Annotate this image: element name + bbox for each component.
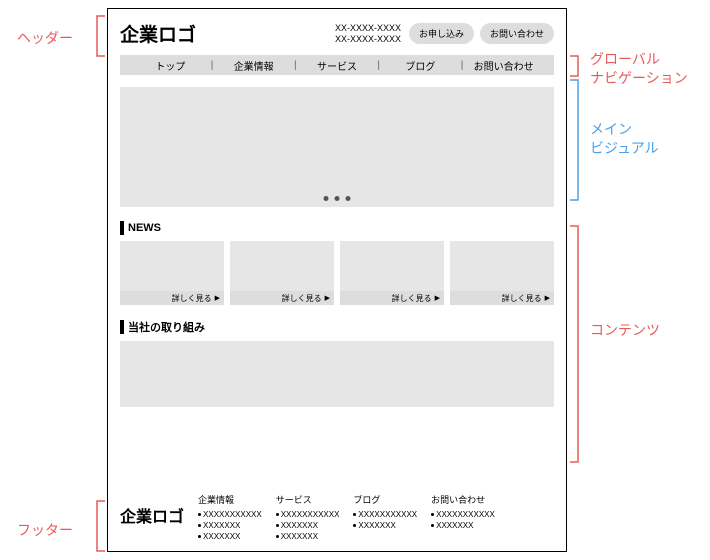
tri-right-icon: ▶ <box>215 294 220 302</box>
footer-logo[interactable]: 企業ロゴ <box>120 493 184 527</box>
annotation-footer: フッター <box>17 520 73 540</box>
phone-numbers: XX-XXXX-XXXX XX-XXXX-XXXX <box>335 23 401 44</box>
news-card: 詳しく見る▶ <box>230 241 334 305</box>
gnav-item-0[interactable]: トップ <box>130 58 211 73</box>
section-title-initiatives: 当社の取り組み <box>120 319 554 335</box>
news-more-link[interactable]: 詳しく見る▶ <box>450 291 554 305</box>
gnav-item-1[interactable]: 企業情報 <box>213 58 294 73</box>
section-title-news: NEWS <box>120 221 554 235</box>
title-bar-icon <box>120 320 124 334</box>
news-row: 詳しく見る▶ 詳しく見る▶ 詳しく見る▶ 詳しく見る▶ <box>120 241 554 305</box>
carousel-dot[interactable] <box>335 196 340 201</box>
footer-link[interactable]: XXXXXXXXXXX <box>198 510 262 519</box>
site-logo[interactable]: 企業ロゴ <box>120 20 196 47</box>
initiatives-banner <box>120 341 554 407</box>
news-thumb <box>450 241 554 291</box>
footer-link[interactable]: XXXXXXX <box>198 521 262 530</box>
footer-link[interactable]: XXXXXXXXXXX <box>353 510 417 519</box>
contact-button[interactable]: お問い合わせ <box>480 23 554 44</box>
news-label: NEWS <box>128 222 161 234</box>
footer-col-0: 企業情報 XXXXXXXXXXX XXXXXXX XXXXXXX <box>198 493 262 541</box>
gnav-item-2[interactable]: サービス <box>297 58 378 73</box>
tri-right-icon: ▶ <box>325 294 330 302</box>
footer-link[interactable]: XXXXXXXXXXX <box>431 510 495 519</box>
news-card: 詳しく見る▶ <box>120 241 224 305</box>
bracket-gnav <box>569 55 579 77</box>
news-more-link[interactable]: 詳しく見る▶ <box>340 291 444 305</box>
phone-2: XX-XXXX-XXXX <box>335 34 401 44</box>
footer-link[interactable]: XXXXXXX <box>276 521 340 530</box>
gnav-item-3[interactable]: ブログ <box>380 58 461 73</box>
footer-col-1: サービス XXXXXXXXXXX XXXXXXX XXXXXXX <box>276 493 340 541</box>
page-wireframe: 企業ロゴ XX-XXXX-XXXX XX-XXXX-XXXX お申し込み お問い… <box>107 8 567 552</box>
title-bar-icon <box>120 221 124 235</box>
footer-link[interactable]: XXXXXXX <box>431 521 495 530</box>
news-card: 詳しく見る▶ <box>340 241 444 305</box>
carousel-dot[interactable] <box>346 196 351 201</box>
gnav-item-4[interactable]: お問い合わせ <box>463 58 544 73</box>
annotation-main-visual: メインビジュアル <box>590 120 659 158</box>
news-more-link[interactable]: 詳しく見る▶ <box>120 291 224 305</box>
bracket-main-visual <box>569 79 579 201</box>
tri-right-icon: ▶ <box>435 294 440 302</box>
carousel-dots <box>324 196 351 201</box>
bracket-footer <box>96 500 106 552</box>
tri-right-icon: ▶ <box>545 294 550 302</box>
initiatives-label: 当社の取り組み <box>128 319 205 335</box>
header-contact: XX-XXXX-XXXX XX-XXXX-XXXX お申し込み お問い合わせ <box>335 23 554 44</box>
carousel-dot[interactable] <box>324 196 329 201</box>
phone-1: XX-XXXX-XXXX <box>335 23 401 33</box>
footer-head: サービス <box>276 493 340 506</box>
annotation-contents: コンテンツ <box>590 320 660 340</box>
news-thumb <box>230 241 334 291</box>
footer-head: ブログ <box>353 493 417 506</box>
annotation-header: ヘッダー <box>17 28 73 48</box>
footer-head: 企業情報 <box>198 493 262 506</box>
apply-button[interactable]: お申し込み <box>409 23 474 44</box>
annotation-gnav: グローバルナビゲーション <box>590 50 688 88</box>
footer-col-2: ブログ XXXXXXXXXXX XXXXXXX <box>353 493 417 530</box>
footer-link[interactable]: XXXXXXX <box>276 532 340 541</box>
footer-link[interactable]: XXXXXXXXXXX <box>276 510 340 519</box>
footer-link[interactable]: XXXXXXX <box>353 521 417 530</box>
bracket-contents <box>569 225 579 463</box>
news-thumb <box>340 241 444 291</box>
footer: 企業ロゴ 企業情報 XXXXXXXXXXX XXXXXXX XXXXXXX サー… <box>120 493 554 541</box>
footer-link[interactable]: XXXXXXX <box>198 532 262 541</box>
header: 企業ロゴ XX-XXXX-XXXX XX-XXXX-XXXX お申し込み お問い… <box>120 19 554 47</box>
footer-col-3: お問い合わせ XXXXXXXXXXX XXXXXXX <box>431 493 495 530</box>
main-visual <box>120 87 554 207</box>
news-card: 詳しく見る▶ <box>450 241 554 305</box>
news-more-link[interactable]: 詳しく見る▶ <box>230 291 334 305</box>
global-nav: トップ | 企業情報 | サービス | ブログ | お問い合わせ <box>120 55 554 75</box>
bracket-header <box>96 15 106 57</box>
news-thumb <box>120 241 224 291</box>
footer-head: お問い合わせ <box>431 493 495 506</box>
